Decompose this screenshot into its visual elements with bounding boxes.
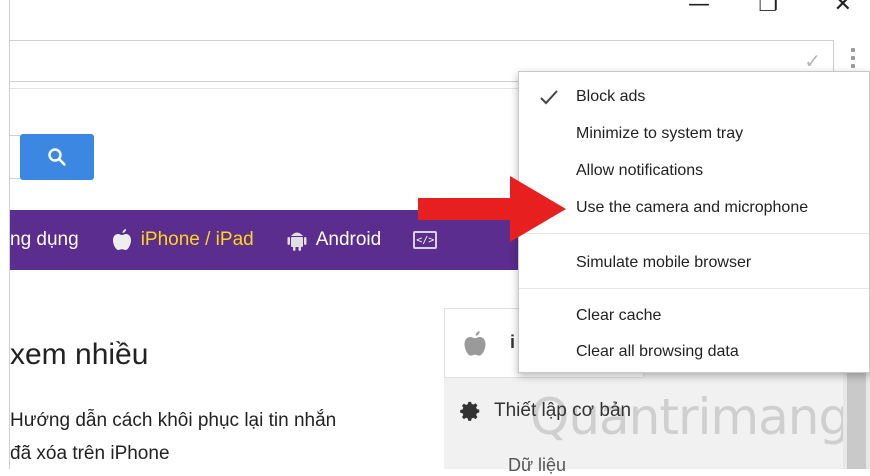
menu-item-label: Minimize to system tray [576,125,744,142]
side-item-basic-settings[interactable]: Thiết lập cơ bản [460,400,631,422]
article-line: Hướng dẫn cách khôi phục lại tin nhắn [10,410,337,431]
menu-item-label: Clear all browsing data [576,343,739,360]
nav-item-iphone[interactable]: iPhone / iPad [111,228,254,252]
menu-item-clear-browsing-data[interactable]: Clear all browsing data [519,335,869,369]
android-icon [286,228,308,252]
window-left-edge [0,0,10,469]
kebab-menu-icon[interactable] [848,44,858,72]
menu-item-clear-cache[interactable]: Clear cache [519,299,869,333]
side-panel-title: i [510,332,516,352]
article-link[interactable]: Hướng dẫn cách khôi phục lại tin nhắn đã… [10,404,336,470]
nav-item-label: Android [315,229,382,250]
search-button[interactable] [20,134,94,180]
menu-item-camera-microphone[interactable]: Use the camera and microphone [519,191,869,225]
close-button[interactable]: ✕ [834,0,852,17]
menu-item-label: Clear cache [576,307,662,324]
window-controls: — ❐ ✕ [610,0,870,22]
maximize-button[interactable]: ❐ [758,0,778,17]
menu-item-allow-notifications[interactable]: Allow notifications [519,154,869,188]
nav-item-label: ng dụng [10,229,79,250]
apple-icon [462,330,488,363]
menu-separator [519,288,869,289]
menu-item-block-ads[interactable]: Block ads [519,80,869,114]
menu-separator [519,233,869,234]
gear-icon [460,401,480,421]
menu-item-label: Block ads [576,88,646,105]
menu-item-label: Simulate mobile browser [576,254,752,271]
scrollbar-thumb[interactable] [847,360,866,469]
menu-item-simulate-mobile[interactable]: Simulate mobile browser [519,246,869,280]
side-item-label: Thiết lập cơ bản [494,400,632,421]
menu-item-minimize-to-tray[interactable]: Minimize to system tray [519,117,869,151]
check-icon[interactable]: ✓ [804,49,821,73]
check-icon [540,90,558,105]
search-icon [48,148,66,166]
settings-menu: Block ads Minimize to system tray Allow … [518,71,870,373]
nav-item-apps[interactable]: ng dụng [10,229,79,251]
apple-icon [111,228,133,252]
article-line: đã xóa trên iPhone [10,443,170,464]
nav-item-android[interactable]: Android [286,228,382,252]
menu-item-label: Use the camera and microphone [576,199,809,216]
red-arrow-icon [418,176,566,242]
section-heading: xem nhiều [10,338,149,371]
menu-item-label: Allow notifications [576,162,704,179]
side-item-label: Dữ liệu [508,455,567,475]
minimize-button[interactable]: — [688,0,710,17]
nav-item-label: iPhone / iPad [140,229,254,250]
side-item-data[interactable]: Dữ liệu [470,455,566,476]
search-input[interactable] [10,135,20,179]
